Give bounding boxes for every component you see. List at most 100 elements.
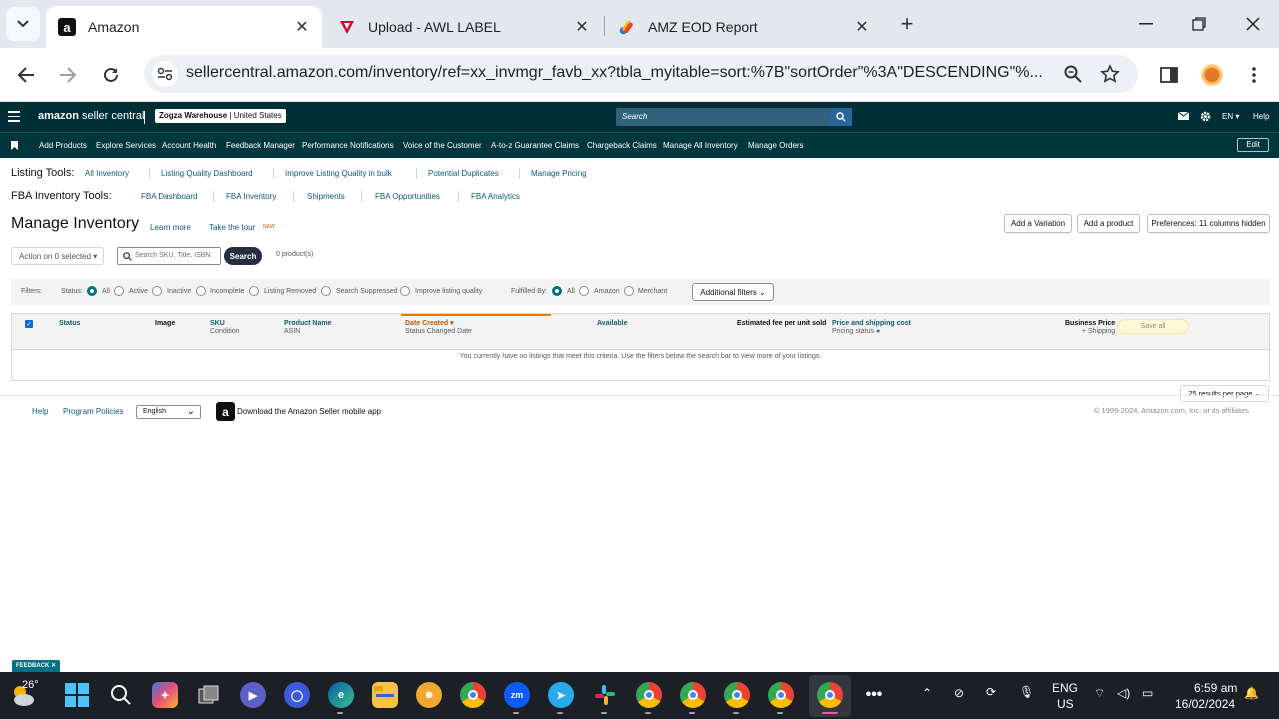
input-region[interactable]: US	[1057, 697, 1074, 711]
col-available[interactable]: Available	[597, 320, 627, 328]
side-panel-icon[interactable]	[1156, 62, 1182, 88]
nav-performance-notifications[interactable]: Performance Notifications	[302, 141, 394, 150]
footer-language-select[interactable]: English ⌄	[136, 405, 201, 419]
nav-account-health[interactable]: Account Health	[162, 141, 216, 150]
edit-nav-button[interactable]: Edit	[1237, 138, 1269, 152]
copilot-icon[interactable]: ✦	[152, 682, 178, 708]
take-the-tour-link[interactable]: Take the tour	[209, 223, 255, 232]
col-price-shipping[interactable]: Price and shipping cost Pricing status ●	[832, 320, 911, 336]
search-button[interactable]: Search	[224, 247, 262, 265]
link-fba-inventory[interactable]: FBA Inventory	[226, 192, 276, 201]
chrome-profile-icon[interactable]	[636, 682, 662, 708]
wifi-icon[interactable]: ⌔	[1094, 686, 1105, 701]
slack-icon[interactable]	[592, 682, 618, 708]
link-shipments[interactable]: Shipments	[307, 192, 345, 201]
add-variation-button[interactable]: Add a Variation	[1004, 214, 1072, 233]
volume-icon[interactable]: ◁)	[1117, 686, 1130, 700]
minimize-icon[interactable]	[1134, 12, 1158, 36]
kebab-menu-icon[interactable]	[1241, 62, 1267, 88]
reload-icon[interactable]	[98, 62, 124, 88]
address-bar[interactable]: sellercentral.amazon.com/inventory/ref=x…	[144, 55, 1138, 93]
mail-icon[interactable]	[1178, 110, 1189, 122]
global-search-input[interactable]: Search	[616, 108, 852, 126]
add-product-button[interactable]: Add a product	[1077, 214, 1140, 233]
restore-icon[interactable]	[1187, 12, 1211, 36]
battery-icon[interactable]: ▭	[1142, 686, 1153, 700]
nav-voice-of-the-customer[interactable]: Voice of the Customer	[403, 141, 482, 150]
col-status[interactable]: Status	[59, 320, 80, 328]
more-apps-icon[interactable]: •••	[861, 682, 887, 708]
feedback-tab[interactable]: FEEDBACK ✕	[12, 660, 61, 672]
link-improve-listing-quality[interactable]: Improve Listing Quality in bulk	[285, 169, 392, 178]
action-dropdown[interactable]: Action on 0 selected ▾	[11, 247, 104, 265]
game-app-icon[interactable]: ☻	[416, 682, 442, 708]
file-explorer-icon[interactable]	[372, 682, 398, 708]
nav-manage-orders[interactable]: Manage Orders	[748, 141, 804, 150]
additional-filters-button[interactable]: Additional filters ⌄	[692, 283, 774, 301]
zoom-icon[interactable]	[1062, 63, 1084, 85]
chrome-active-icon[interactable]	[817, 682, 843, 708]
results-per-page-dropdown[interactable]: 25 results per page ⌄	[1180, 385, 1269, 402]
radio-status-improve-listing[interactable]	[400, 286, 410, 296]
bookmark-star-icon[interactable]	[1099, 63, 1121, 85]
close-icon[interactable]: ✕	[850, 15, 874, 39]
radio-fulfilled-all[interactable]	[552, 286, 562, 296]
microphone-icon[interactable]: 🎙	[1019, 685, 1034, 699]
chrome-profile-icon[interactable]	[768, 682, 794, 708]
network-off-icon[interactable]: ⊘	[954, 686, 964, 700]
windows-start-icon[interactable]	[64, 682, 90, 708]
tab-search-button[interactable]	[6, 7, 40, 41]
footer-help-link[interactable]: Help	[32, 407, 48, 416]
nav-explore-services[interactable]: Explore Services	[96, 141, 156, 150]
link-all-inventory[interactable]: All Inventory	[85, 169, 129, 178]
nav-feedback-manager[interactable]: Feedback Manager	[226, 141, 295, 150]
search-icon[interactable]	[830, 108, 852, 126]
sync-icon[interactable]: ⟳	[986, 685, 996, 699]
save-all-button[interactable]: Save all	[1117, 319, 1189, 334]
link-fba-analytics[interactable]: FBA Analytics	[471, 192, 520, 201]
messenger-icon[interactable]: ◯	[284, 682, 310, 708]
nav-manage-all-inventory[interactable]: Manage All Inventory	[663, 141, 738, 150]
new-tab-icon[interactable]: +	[895, 11, 919, 36]
edge-icon[interactable]: e	[328, 682, 354, 708]
clock-time[interactable]: 6:59 am	[1194, 681, 1237, 695]
radio-status-search-suppressed[interactable]	[321, 286, 331, 296]
inventory-search-input[interactable]: Search SKU, Title, ISBN	[117, 247, 221, 265]
radio-fulfilled-amazon[interactable]	[579, 286, 589, 296]
teams-meet-icon[interactable]: ▶	[240, 682, 266, 708]
select-all-checkbox[interactable]: ✓	[25, 320, 33, 328]
hamburger-menu-icon[interactable]	[8, 111, 20, 122]
col-product-name[interactable]: Product Name ASIN	[284, 320, 331, 336]
help-link[interactable]: Help	[1253, 110, 1269, 122]
nav-add-products[interactable]: Add Products	[39, 141, 87, 150]
forward-arrow-icon[interactable]	[55, 62, 81, 88]
col-date-created[interactable]: Date Created ▾ Status Changed Date	[405, 320, 472, 336]
link-listing-quality-dashboard[interactable]: Listing Quality Dashboard	[161, 169, 253, 178]
radio-status-incomplete[interactable]	[196, 286, 206, 296]
task-view-icon[interactable]	[196, 682, 222, 708]
radio-status-inactive[interactable]	[152, 286, 162, 296]
clock-date[interactable]: 16/02/2024	[1175, 697, 1235, 711]
gear-icon[interactable]	[1200, 110, 1211, 122]
preferences-button[interactable]: Preferences: 11 columns hidden	[1147, 214, 1270, 233]
close-window-icon[interactable]	[1241, 12, 1265, 36]
chevron-up-icon[interactable]: ⌃	[922, 686, 932, 700]
chrome-profile-icon[interactable]	[680, 682, 706, 708]
link-fba-dashboard[interactable]: FBA Dashboard	[141, 192, 197, 201]
profile-avatar[interactable]	[1199, 62, 1225, 88]
tab-amazon[interactable]: a Amazon ✕	[46, 6, 322, 48]
close-icon[interactable]: ✕	[570, 15, 594, 39]
footer-program-policies-link[interactable]: Program Policies	[63, 407, 123, 416]
search-icon[interactable]	[108, 682, 134, 708]
seller-central-logo[interactable]: amazon seller central	[38, 110, 144, 122]
learn-more-link[interactable]: Learn more	[150, 223, 191, 232]
tab-amz-eod-report[interactable]: AMZ EOD Report ✕	[606, 6, 882, 48]
language-selector[interactable]: EN ▾	[1222, 110, 1239, 122]
nav-chargeback-claims[interactable]: Chargeback Claims	[587, 141, 657, 150]
col-sku[interactable]: SKU Condition	[210, 320, 240, 336]
close-icon[interactable]: ✕	[290, 15, 314, 39]
zoom-app-icon[interactable]: zm	[504, 682, 530, 708]
download-app-link[interactable]: Download the Amazon Seller mobile app	[237, 407, 381, 416]
radio-status-listing-removed[interactable]	[249, 286, 259, 296]
radio-fulfilled-merchant[interactable]	[624, 286, 634, 296]
